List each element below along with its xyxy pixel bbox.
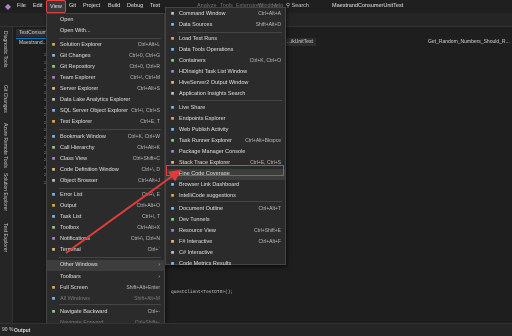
arrow-line: [65, 169, 182, 254]
annotation-arrow: [65, 169, 182, 254]
